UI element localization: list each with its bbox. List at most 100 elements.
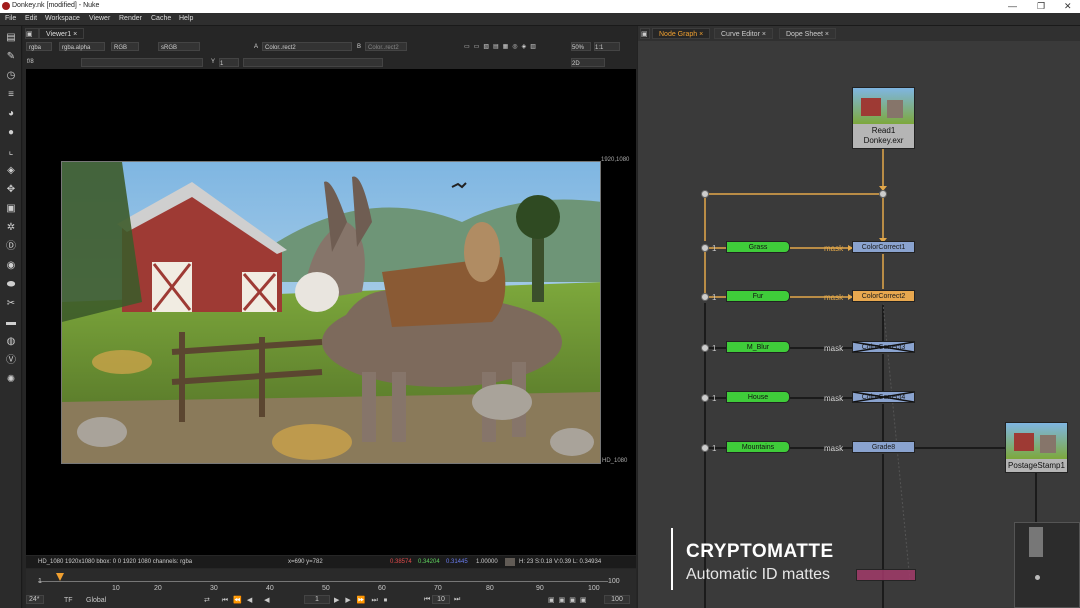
graph-navigator[interactable] xyxy=(1014,522,1080,608)
pipe-number: 1 xyxy=(712,394,717,403)
menu-viewer[interactable]: Viewer xyxy=(89,15,110,22)
close-icon[interactable]: ✕ xyxy=(1064,1,1072,12)
disabled-cross-icon xyxy=(853,392,914,402)
step-prev-icon[interactable]: ⏮ xyxy=(424,596,430,604)
display-select[interactable]: sRGB xyxy=(158,42,200,51)
grade8-node[interactable]: Grade8 xyxy=(852,441,915,453)
proxy-select[interactable]: 1:1 xyxy=(594,42,620,51)
cryptomatte-node-mountains[interactable]: Mountains xyxy=(726,441,790,453)
cryptomatte-node-mblur[interactable]: M_Blur xyxy=(726,341,790,353)
tick-label: 50 xyxy=(322,585,330,592)
deep-tools-icon[interactable]: Ⓓ xyxy=(5,241,17,253)
cursor-coords: x=690 y=782 xyxy=(288,559,323,565)
metadata-tools-icon[interactable]: ⬬ xyxy=(5,279,17,291)
mask-label: mask xyxy=(824,244,844,253)
viewer-tool-icons[interactable]: ▭▭▧▤▦◎◈▥ xyxy=(464,42,540,52)
menu-cache[interactable]: Cache xyxy=(151,15,171,22)
pane-menu-icon[interactable]: ▣ xyxy=(25,28,39,39)
particles-tools-icon[interactable]: ✲ xyxy=(5,222,17,234)
fps-field[interactable]: 24* xyxy=(26,595,44,604)
cryptomatte-node-house[interactable]: House xyxy=(726,391,790,403)
channel-tools-icon[interactable]: ≡ xyxy=(5,89,17,101)
image-tools-icon[interactable]: ▤ xyxy=(5,32,17,44)
tick-label: 90 xyxy=(536,585,544,592)
playback-mode-icons[interactable]: ▣▣▣▣ xyxy=(548,596,590,604)
tab-dope-sheet[interactable]: Dope Sheet × xyxy=(779,28,837,39)
channels-select[interactable]: rgba xyxy=(26,42,52,51)
tick-label: 100 xyxy=(588,585,600,592)
caption-subtitle: Automatic ID mattes xyxy=(686,566,831,583)
dot-node[interactable] xyxy=(701,293,709,301)
zoom-select[interactable]: 50% xyxy=(571,42,591,51)
viewer-info-bar: HD_1080 1920x1080 bbox: 0 0 1920 1080 ch… xyxy=(26,556,636,568)
views-tools-icon[interactable]: ◉ xyxy=(5,260,17,272)
cryptomatte-tools-icon[interactable]: ✺ xyxy=(5,374,17,386)
input-a-select[interactable]: Color..rect2 xyxy=(262,42,352,51)
furnace-tools-icon[interactable]: ◍ xyxy=(5,336,17,348)
view-mode-select[interactable]: 2D xyxy=(571,58,605,67)
pixel-blue: 0.31445 xyxy=(446,559,468,565)
frame-field[interactable]: 1 xyxy=(304,595,330,604)
tab-viewer1[interactable]: Viewer1 × xyxy=(39,28,85,39)
hidden-node[interactable] xyxy=(856,569,916,581)
dot-node[interactable] xyxy=(701,244,709,252)
3d-tools-icon[interactable]: ▣ xyxy=(5,203,17,215)
read-thumbnail xyxy=(853,88,914,124)
colorspace-select[interactable]: RGB xyxy=(111,42,139,51)
node-graph-canvas[interactable]: Read1 Donkey.exr 1 Grass mask ColorCorre… xyxy=(638,41,1080,608)
step-next-icon[interactable]: ⏭ xyxy=(454,596,460,604)
pipe-number: 1 xyxy=(712,244,717,253)
draw-tools-icon[interactable]: ✎ xyxy=(5,51,17,63)
maximize-icon[interactable]: ❐ xyxy=(1037,1,1045,12)
dot-node[interactable] xyxy=(879,190,887,198)
dot-node[interactable] xyxy=(701,444,709,452)
colorcorrect3-node[interactable]: ColorCorrect3 xyxy=(852,341,915,353)
menu-render[interactable]: Render xyxy=(119,15,142,22)
range-select[interactable]: Global xyxy=(86,597,106,604)
input-b-select[interactable]: Color..rect2 xyxy=(365,42,407,51)
menu-workspace[interactable]: Workspace xyxy=(45,15,80,22)
transport-buttons-forward[interactable]: ▶▶⏩⏭⏹ xyxy=(334,596,393,605)
tick-label: 30 xyxy=(210,585,218,592)
filter-tools-icon[interactable]: ● xyxy=(5,127,17,139)
toolsets-icon[interactable]: ✂ xyxy=(5,298,17,310)
merge-tools-icon[interactable]: ◈ xyxy=(5,165,17,177)
color-tools-icon[interactable]: ◕ xyxy=(5,108,17,120)
cryptomatte-node-grass[interactable]: Grass xyxy=(726,241,790,253)
tf-select[interactable]: TF xyxy=(64,597,73,604)
alpha-select[interactable]: rgba.alpha xyxy=(59,42,105,51)
out-field[interactable]: 100 xyxy=(604,595,630,604)
dot-node[interactable] xyxy=(701,344,709,352)
timeline[interactable]: 1 10 20 30 40 50 60 70 80 90 100 100 xyxy=(26,569,636,593)
colorcorrect1-node[interactable]: ColorCorrect1 xyxy=(852,241,915,253)
tab-node-graph[interactable]: Node Graph × xyxy=(652,28,711,39)
other-tools-icon[interactable]: ▬ xyxy=(5,317,17,329)
ofx-tools-icon[interactable]: Ⓥ xyxy=(5,355,17,367)
cryptomatte-node-fur[interactable]: Fur xyxy=(726,290,790,302)
minimize-icon[interactable]: — xyxy=(1008,1,1017,11)
gain-slider[interactable] xyxy=(81,58,203,67)
playhead-icon[interactable] xyxy=(56,573,64,581)
colorcorrect4-node[interactable]: ColorCorrect4 xyxy=(852,391,915,403)
dot-node[interactable] xyxy=(701,190,709,198)
menu-help[interactable]: Help xyxy=(179,15,193,22)
gamma-slider[interactable] xyxy=(243,58,383,67)
menu-file[interactable]: File xyxy=(5,15,16,22)
fstop-label[interactable]: f/8 xyxy=(27,57,34,67)
transport-buttons[interactable]: ⇄ ⏮⏪◀ ◀ xyxy=(204,596,275,605)
dot-node[interactable] xyxy=(701,394,709,402)
format-top-right: 1920,1080 xyxy=(601,157,630,163)
step-field[interactable]: 10 xyxy=(432,595,450,604)
time-tools-icon[interactable]: ◷ xyxy=(5,70,17,82)
keyer-tools-icon[interactable]: ⌞ xyxy=(5,146,17,158)
mask-label: mask xyxy=(824,293,844,302)
viewer-image xyxy=(61,161,601,464)
transform-tools-icon[interactable]: ✥ xyxy=(5,184,17,196)
gamma-field[interactable]: 1 xyxy=(219,58,239,67)
pane-menu-icon[interactable]: ▣ xyxy=(640,28,650,39)
read-node[interactable]: Read1 Donkey.exr xyxy=(852,87,915,149)
colorcorrect2-node[interactable]: ColorCorrect2 xyxy=(852,290,915,302)
menu-edit[interactable]: Edit xyxy=(25,15,37,22)
tab-curve-editor[interactable]: Curve Editor × xyxy=(714,28,773,39)
postage-stamp-node[interactable]: PostageStamp1 xyxy=(1005,422,1068,473)
